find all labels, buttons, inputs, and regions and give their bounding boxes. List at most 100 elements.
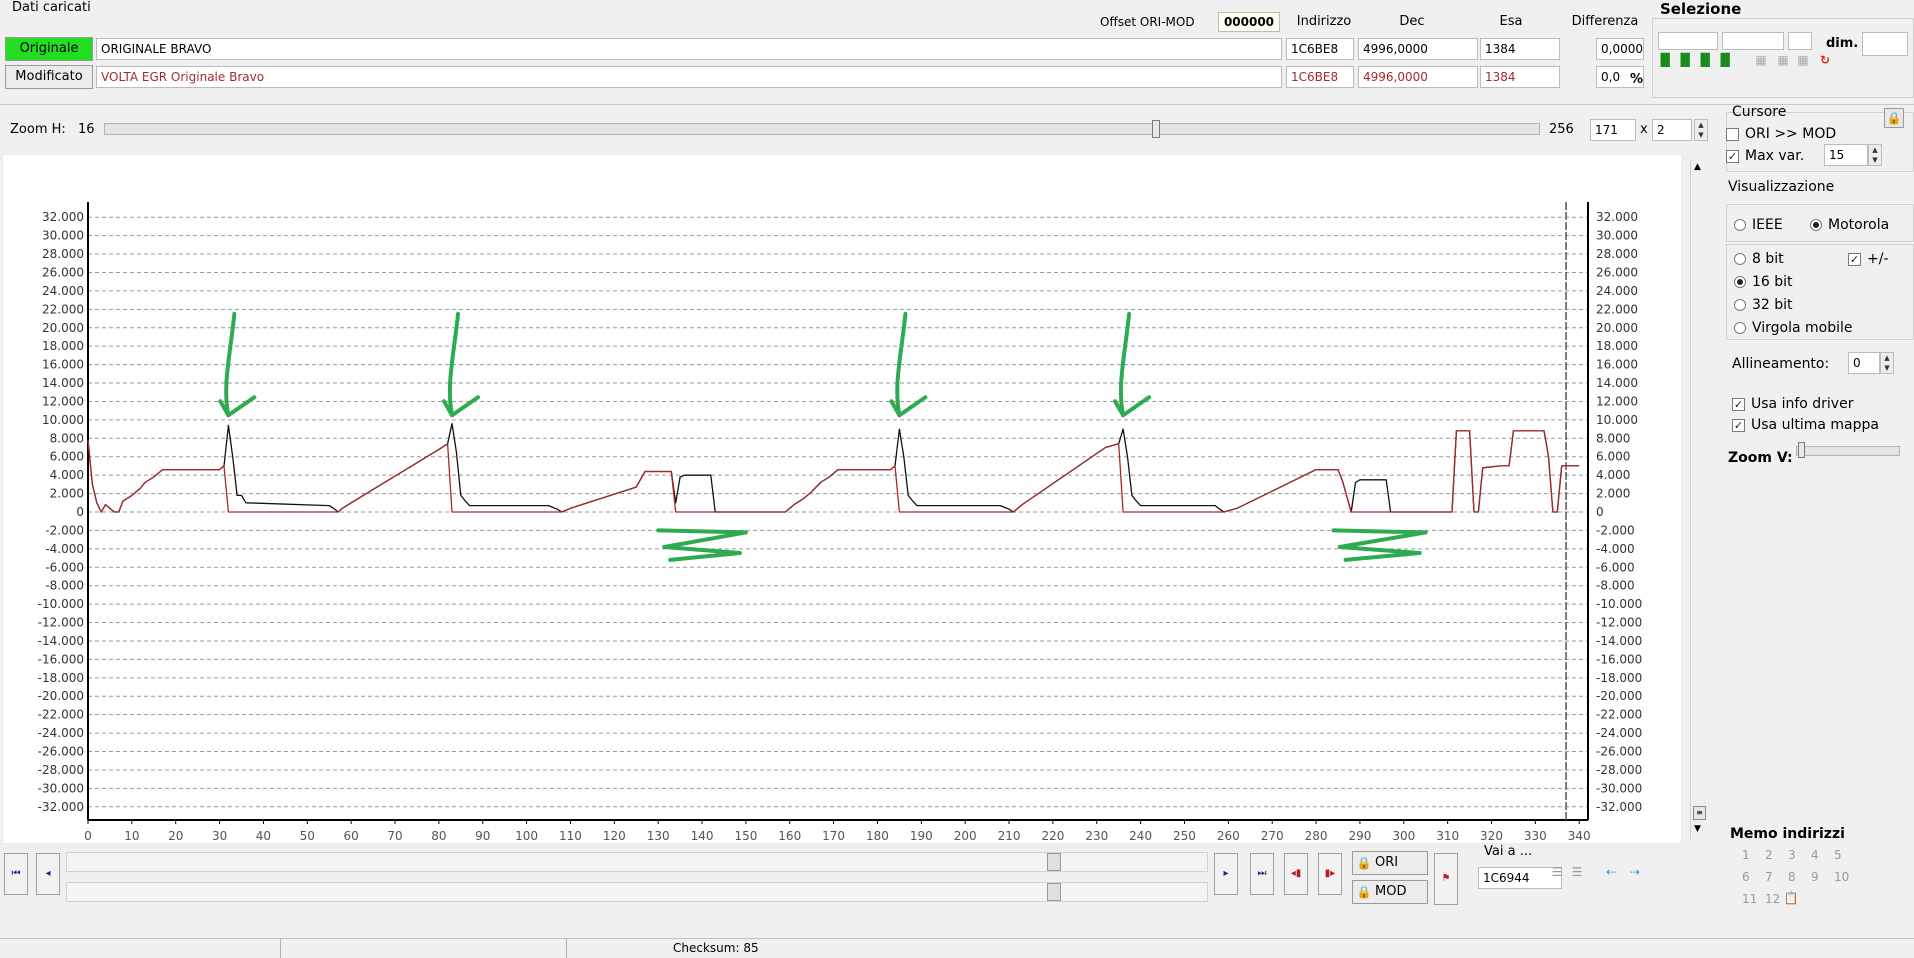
use-driver-checkbox[interactable]: ✓ xyxy=(1732,397,1745,411)
memo-slot[interactable]: 12 xyxy=(1765,892,1780,906)
goto-list-icon[interactable]: ☰ xyxy=(1548,864,1566,880)
zoom-h-stepper[interactable]: ▲ ▼ xyxy=(1694,119,1708,141)
sign-checkbox[interactable]: ✓ xyxy=(1848,252,1861,266)
zoom-h-multiplier[interactable]: 2 xyxy=(1652,119,1692,141)
mod-scrollbar[interactable] xyxy=(66,882,1208,902)
zoom-v-slider-thumb[interactable] xyxy=(1798,442,1805,458)
dim-field[interactable] xyxy=(1862,32,1908,56)
x-tick-label: 140 xyxy=(691,829,714,843)
original-address-field[interactable]: 1C6BE8 xyxy=(1286,38,1354,60)
memo-title: Memo indirizzi xyxy=(1730,826,1845,842)
memo-slot[interactable]: 7 xyxy=(1765,870,1773,884)
modified-name-field[interactable]: VOLTA EGR Originale Bravo xyxy=(96,66,1282,88)
flag-button[interactable]: ⚑ xyxy=(1434,853,1458,905)
chart-area[interactable]: 32.000 32.000 30.000 30.000 28.000 28.000 26.0… xyxy=(2,154,1682,844)
alignment-stepper[interactable]: ▲ ▼ xyxy=(1880,352,1894,374)
memo-slot[interactable]: 6 xyxy=(1742,870,1750,884)
zoom-h-slider[interactable] xyxy=(104,123,1540,135)
y-tick-label-right: -18.000 xyxy=(1596,671,1642,685)
sign-option[interactable]: ✓ +/- xyxy=(1848,251,1889,267)
original-name-field[interactable]: ORIGINALE BRAVO xyxy=(96,38,1282,60)
memo-slot[interactable]: 2 xyxy=(1765,848,1773,862)
selection-start-field[interactable] xyxy=(1658,32,1718,50)
use-driver-label: Usa info driver xyxy=(1751,396,1854,412)
zoom-v-slider[interactable] xyxy=(1796,446,1900,456)
select-column-icon[interactable]: ▐▌ xyxy=(1696,52,1714,68)
next-page-button[interactable]: ▸ xyxy=(1214,853,1238,895)
ieee-option[interactable]: IEEE xyxy=(1734,217,1783,233)
modified-button[interactable]: Modificato xyxy=(5,65,93,89)
memo-slot[interactable]: 3 xyxy=(1788,848,1796,862)
use-last-map-checkbox[interactable]: ✓ xyxy=(1732,418,1745,432)
ieee-radio[interactable] xyxy=(1734,219,1746,231)
original-hex-field[interactable]: 1384 xyxy=(1480,38,1560,60)
prev-diff-button[interactable]: ◂▮ xyxy=(1284,853,1308,895)
scroll-up-arrow[interactable]: ▲ xyxy=(1694,162,1701,172)
memo-slot[interactable]: 9 xyxy=(1811,870,1819,884)
bits-option[interactable]: Virgola mobile xyxy=(1734,320,1853,336)
motorola-radio[interactable] xyxy=(1810,219,1822,231)
motorola-option[interactable]: Motorola xyxy=(1810,217,1889,233)
select-all-icon[interactable]: ▐▌ xyxy=(1656,52,1674,68)
max-var-stepper[interactable]: ▲ ▼ xyxy=(1868,144,1882,166)
mod-scroll-thumb[interactable] xyxy=(1047,883,1061,901)
select-range-icon[interactable]: ▐▌ xyxy=(1676,52,1694,68)
y-tick-label-right: 10.000 xyxy=(1596,413,1638,427)
ori-mod-option[interactable]: ORI >> MOD xyxy=(1726,126,1836,142)
bits-option[interactable]: 8 bit xyxy=(1734,251,1784,267)
first-page-button[interactable]: ⏮ xyxy=(4,853,28,895)
zoom-h-slider-thumb[interactable] xyxy=(1152,120,1161,138)
modified-address-field[interactable]: 1C6BE8 xyxy=(1286,66,1354,88)
memo-slot[interactable]: 5 xyxy=(1834,848,1842,862)
goto-prev-marker-icon[interactable]: ⇠ xyxy=(1602,864,1620,880)
original-diff-field[interactable]: 0,0000 xyxy=(1596,38,1644,60)
alignment-field[interactable]: 0 xyxy=(1848,352,1880,374)
bits-radio[interactable] xyxy=(1734,299,1746,311)
memo-slot[interactable]: 1 xyxy=(1742,848,1750,862)
bits-label: 16 bit xyxy=(1752,274,1793,290)
max-var-checkbox[interactable]: ✓ xyxy=(1726,149,1739,163)
original-button[interactable]: Originale xyxy=(5,37,93,61)
chart-vertical-scrollbar[interactable]: ▲ ≡ ▼ xyxy=(1690,160,1708,840)
bits-radio[interactable] xyxy=(1734,253,1746,265)
bits-radio[interactable] xyxy=(1734,322,1746,334)
scroll-down-arrow[interactable]: ▼ xyxy=(1694,824,1701,834)
x-tick-label: 40 xyxy=(256,829,271,843)
ori-mod-checkbox[interactable] xyxy=(1726,127,1739,141)
zoom-h-value[interactable]: 171 xyxy=(1590,119,1636,141)
ori-scroll-thumb[interactable] xyxy=(1047,853,1061,871)
x-tick-label: 240 xyxy=(1129,829,1152,843)
lock-icon[interactable]: 🔒 xyxy=(1884,108,1904,128)
goto-list2-icon[interactable]: ☰ xyxy=(1568,864,1586,880)
selection-title: Selezione xyxy=(1660,0,1742,18)
max-var-field[interactable]: 15 xyxy=(1824,144,1868,166)
prev-page-button[interactable]: ◂ xyxy=(36,853,60,895)
modified-hex-field[interactable]: 1384 xyxy=(1480,66,1560,88)
use-driver-option[interactable]: ✓ Usa info driver xyxy=(1732,396,1853,412)
memo-slot[interactable]: 10 xyxy=(1834,870,1849,884)
goto-next-marker-icon[interactable]: ⇢ xyxy=(1626,864,1644,880)
bits-option[interactable]: 16 bit xyxy=(1734,274,1793,290)
next-diff-button[interactable]: ▮▸ xyxy=(1318,853,1342,895)
modified-dec-field[interactable]: 4996,0000 xyxy=(1358,66,1478,88)
compare-selection-icon[interactable]: ▦ xyxy=(1794,52,1812,68)
paste-selection-icon[interactable]: ▦ xyxy=(1774,52,1792,68)
scroll-thumb[interactable]: ≡ xyxy=(1693,806,1706,820)
select-row-icon[interactable]: ▐▌ xyxy=(1716,52,1734,68)
bits-option[interactable]: 32 bit xyxy=(1734,297,1793,313)
selection-extra-field[interactable] xyxy=(1788,32,1812,50)
last-page-button[interactable]: ⏭ xyxy=(1250,853,1274,895)
bits-radio[interactable] xyxy=(1734,276,1746,288)
memo-slot[interactable]: 8 xyxy=(1788,870,1796,884)
use-last-map-option[interactable]: ✓ Usa ultima mappa xyxy=(1732,417,1879,433)
copy-selection-icon[interactable]: ▦ xyxy=(1752,52,1770,68)
reset-icon[interactable]: ↻ xyxy=(1816,52,1834,68)
original-dec-field[interactable]: 4996,0000 xyxy=(1358,38,1478,60)
memo-slot[interactable]: 11 xyxy=(1742,892,1757,906)
memo-slot[interactable]: 4 xyxy=(1811,848,1819,862)
memo-paste-icon[interactable]: 📋 xyxy=(1782,890,1800,906)
selection-end-field[interactable] xyxy=(1722,32,1784,50)
offset-field[interactable]: 000000 xyxy=(1218,12,1280,32)
ori-scrollbar[interactable] xyxy=(66,852,1208,872)
max-var-option[interactable]: ✓ Max var. xyxy=(1726,148,1804,164)
